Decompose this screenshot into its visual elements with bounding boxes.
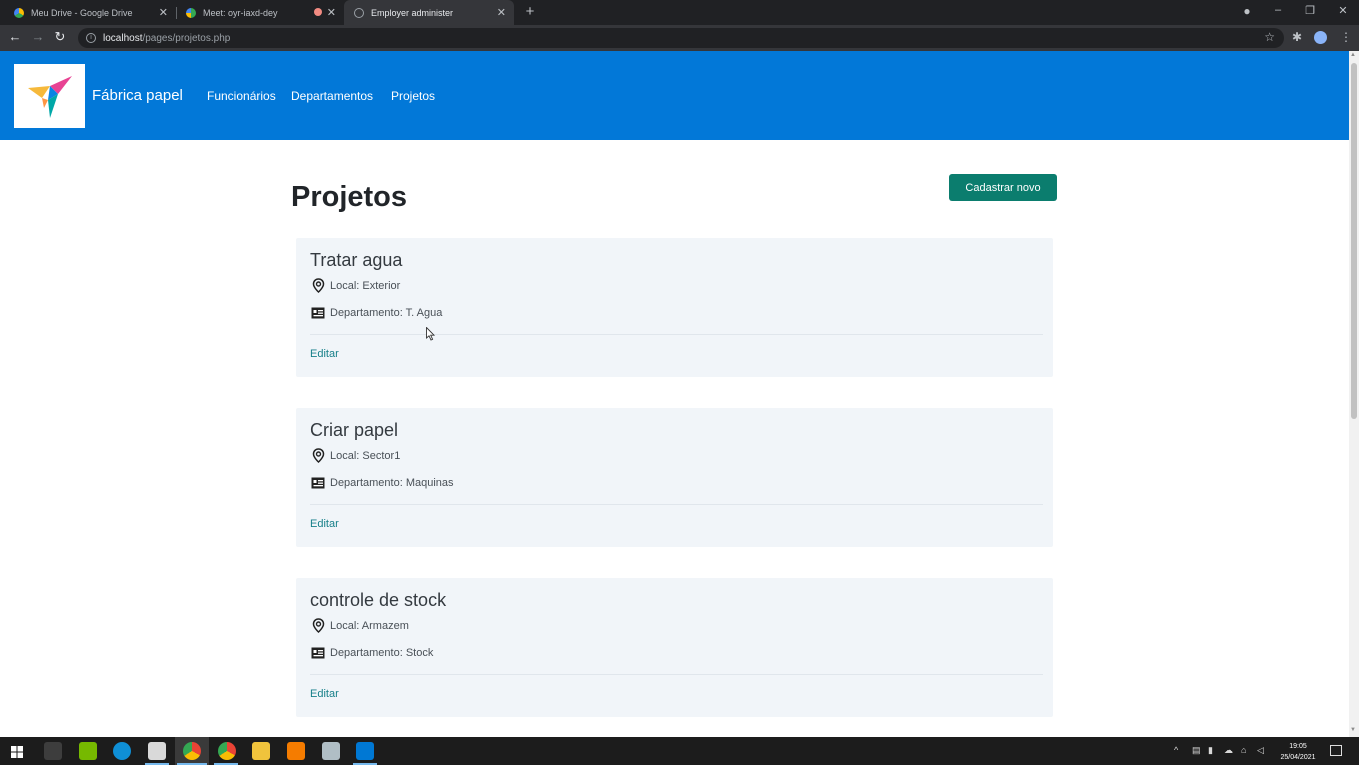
tray-cloud-icon[interactable]: ☁ [1224, 745, 1233, 756]
project-department: Departamento: T. Agua [310, 307, 442, 319]
project-card: controle de stock Local: Armazem Departa… [296, 578, 1053, 717]
tab-title: Meu Drive - Google Drive [31, 7, 133, 18]
edit-link[interactable]: Editar [310, 518, 339, 530]
chrome-icon[interactable] [218, 742, 236, 760]
info-icon[interactable]: i [86, 33, 96, 43]
profile-avatar-icon[interactable] [1314, 31, 1327, 44]
project-name: Criar papel [310, 420, 399, 440]
google-meet-icon [186, 7, 196, 18]
department-text: Departamento: Maquinas [330, 477, 454, 489]
project-local: Local: Armazem [310, 618, 409, 633]
taskbar-clock[interactable]: 19:05 25/04/2021 [1276, 741, 1320, 763]
forward-arrow-icon[interactable]: → [30, 29, 46, 44]
window-close-button[interactable]: ✕ [1336, 4, 1350, 17]
tray-volume-icon[interactable]: ◁ [1257, 745, 1264, 756]
project-department: Departamento: Maquinas [310, 477, 454, 489]
project-name: controle de stock [310, 590, 447, 610]
close-icon[interactable]: ✕ [497, 6, 506, 19]
minimize-button[interactable]: – [1271, 4, 1285, 16]
project-local: Local: Exterior [310, 278, 400, 293]
nvidia-icon[interactable] [79, 742, 97, 760]
project-department: Departamento: Stock [310, 647, 433, 659]
database-icon[interactable] [322, 742, 340, 760]
divider [310, 504, 1043, 505]
logo[interactable] [14, 64, 85, 128]
edge-icon[interactable] [113, 742, 131, 760]
restore-button[interactable]: ❐ [1303, 4, 1317, 17]
department-text: Departamento: T. Agua [330, 307, 443, 319]
notifications-icon[interactable] [1330, 745, 1342, 756]
nav-funcionarios[interactable]: Funcionários [207, 89, 276, 103]
project-local: Local: Sector1 [310, 448, 400, 463]
browser-tab-employer[interactable]: Employer administer ✕ [344, 0, 514, 25]
page-title: Projetos [291, 181, 408, 213]
tray-chevron-icon[interactable]: ^ [1174, 745, 1178, 755]
browser-tabstrip: Meu Drive - Google Drive ✕ Meet: oyr-iax… [0, 0, 1359, 25]
department-text: Departamento: Stock [330, 647, 434, 659]
chrome-icon[interactable] [183, 742, 201, 760]
mouse-cursor-icon [426, 327, 436, 341]
google-drive-icon [14, 7, 24, 18]
scroll-up-icon[interactable]: ▲ [1350, 52, 1356, 58]
location-pin-icon [310, 448, 326, 463]
project-card: Criar papel Local: Sector1 Departamento:… [296, 408, 1053, 547]
reload-icon[interactable]: ↻ [52, 29, 68, 45]
nav-projetos[interactable]: Projetos [391, 89, 435, 103]
id-card-icon [310, 477, 326, 489]
scroll-down-icon[interactable]: ▼ [1350, 727, 1356, 733]
tab-title: Meet: oyr-iaxd-dey [203, 7, 278, 18]
local-text: Local: Sector1 [330, 449, 401, 462]
menu-dots-icon[interactable]: ⋮ [1340, 30, 1352, 44]
location-pin-icon [310, 278, 326, 293]
divider [310, 674, 1043, 675]
url-host: localhost [103, 32, 143, 44]
vscode-icon[interactable] [356, 742, 374, 760]
file-explorer-icon[interactable] [252, 742, 270, 760]
bookmark-star-icon[interactable]: ☆ [1264, 30, 1275, 44]
new-tab-button[interactable]: + [522, 3, 538, 20]
url-path: /pages/projetos.php [142, 32, 231, 44]
clock-date: 25/04/2021 [1280, 754, 1316, 761]
browser-toolbar: ← → ↻ i localhost/pages/projetos.php ☆ ✱… [0, 25, 1359, 51]
nav-departamentos[interactable]: Departamentos [291, 89, 373, 103]
local-text: Local: Exterior [330, 279, 401, 292]
divider [310, 334, 1043, 335]
scroll-thumb[interactable] [1351, 63, 1357, 419]
address-bar[interactable]: i localhost/pages/projetos.php ☆ [78, 28, 1284, 48]
windows-start-icon[interactable] [11, 745, 23, 758]
page-viewport: Fábrica papel Funcionários Departamentos… [0, 51, 1349, 737]
taskbar-app-icon[interactable] [44, 742, 62, 760]
bird-logo-icon [28, 76, 72, 118]
page-scrollbar[interactable]: ▲ ▼ [1349, 51, 1359, 737]
tray-network-icon[interactable]: ▤ [1192, 745, 1201, 756]
snipping-tool-icon[interactable] [148, 742, 166, 760]
recording-indicator-icon [314, 8, 322, 16]
edit-link[interactable]: Editar [310, 688, 339, 700]
windows-taskbar: ^ ▤ ▮ ☁ ⌂ ◁ 19:05 25/04/2021 [0, 737, 1359, 765]
globe-icon [354, 7, 364, 18]
edit-link[interactable]: Editar [310, 348, 339, 360]
browser-tab-drive[interactable]: Meu Drive - Google Drive ✕ [4, 0, 176, 25]
id-card-icon [310, 647, 326, 659]
back-arrow-icon[interactable]: ← [7, 29, 23, 44]
location-pin-icon [310, 618, 326, 633]
close-icon[interactable]: ✕ [159, 6, 168, 19]
local-text: Local: Armazem [330, 619, 409, 632]
tray-mic-icon[interactable]: ▮ [1208, 745, 1213, 756]
brand-name[interactable]: Fábrica papel [92, 87, 183, 104]
extensions-puzzle-icon[interactable]: ✱ [1292, 30, 1302, 44]
project-name: Tratar agua [310, 250, 403, 270]
close-icon[interactable]: ✕ [327, 6, 336, 19]
site-header: Fábrica papel Funcionários Departamentos… [0, 51, 1349, 140]
clock-time: 19:05 [1289, 743, 1307, 750]
cadastrar-novo-button[interactable]: Cadastrar novo [949, 174, 1057, 201]
id-card-icon [310, 307, 326, 319]
tray-wifi-icon[interactable]: ⌂ [1241, 745, 1246, 755]
project-card: Tratar agua Local: Exterior Departamento… [296, 238, 1053, 377]
xampp-icon[interactable] [287, 742, 305, 760]
tab-title: Employer administer [371, 7, 454, 18]
profile-icon[interactable]: ● [1240, 4, 1254, 18]
